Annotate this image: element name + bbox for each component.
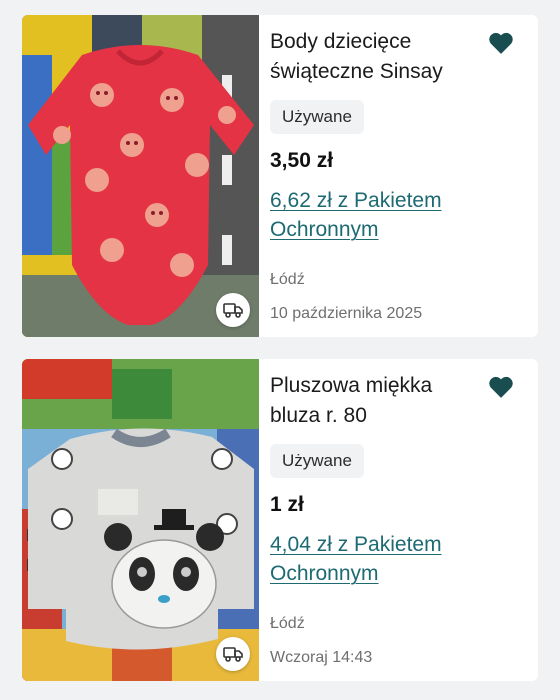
- delivery-truck-icon: [223, 647, 243, 662]
- price: 1 zł: [270, 493, 304, 516]
- protected-price-link[interactable]: 6,62 zł z Pakietem Ochronnym: [270, 186, 510, 244]
- condition-badge: Używane: [270, 100, 364, 134]
- favorite-button[interactable]: [488, 375, 514, 399]
- price: 3,50 zł: [270, 149, 334, 172]
- panda-sweatshirt-photo: [22, 359, 259, 681]
- listing-title[interactable]: Pluszowa miękka bluza r. 80: [270, 371, 480, 431]
- location: Łódź: [270, 615, 305, 632]
- baby-bodysuit-photo: [22, 15, 259, 337]
- listing-date: 10 października 2025: [270, 305, 423, 322]
- location: Łódź: [270, 271, 305, 288]
- listing-info: Pluszowa miękka bluza r. 80 Używane 1 zł…: [270, 359, 528, 681]
- listing-card[interactable]: Pluszowa miękka bluza r. 80 Używane 1 zł…: [22, 359, 538, 681]
- favorite-button[interactable]: [488, 31, 514, 55]
- listing-title[interactable]: Body dziecięce świąteczne Sinsay: [270, 27, 480, 87]
- condition-badge: Używane: [270, 444, 364, 478]
- delivery-truck-icon: [223, 303, 243, 318]
- listing-date: Wczoraj 14:43: [270, 649, 373, 666]
- delivery-badge: [216, 293, 250, 327]
- protected-price-link[interactable]: 4,04 zł z Pakietem Ochronnym: [270, 530, 510, 588]
- listing-info: Body dziecięce świąteczne Sinsay Używane…: [270, 15, 528, 337]
- listing-photo[interactable]: [22, 359, 259, 681]
- listing-photo[interactable]: [22, 15, 259, 337]
- delivery-badge: [216, 637, 250, 671]
- heart-icon: [489, 376, 513, 398]
- heart-icon: [489, 32, 513, 54]
- listing-list: Body dziecięce świąteczne Sinsay Używane…: [0, 0, 560, 700]
- listing-card[interactable]: Body dziecięce świąteczne Sinsay Używane…: [22, 15, 538, 337]
